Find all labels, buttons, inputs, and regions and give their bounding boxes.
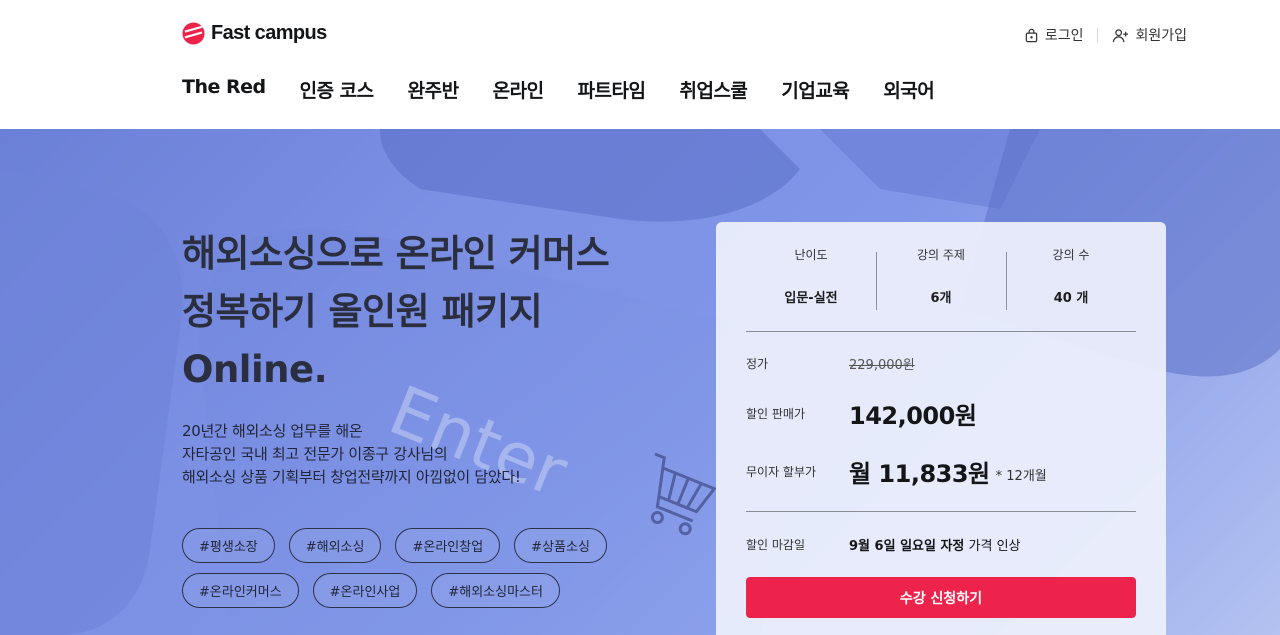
course-stats: 난이도 입문-실전 강의 주제 6개 강의 수 40 개 <box>746 246 1136 310</box>
divider <box>1097 28 1099 42</box>
nav-item-parttime[interactable]: 파트타임 <box>578 76 646 103</box>
stat-lectures: 강의 수 40 개 <box>1006 246 1136 310</box>
stat-value: 입문-실전 <box>784 291 838 306</box>
deadline-date: 9월 6일 일요일 자정 <box>849 539 965 554</box>
tag-list: #평생소장 #해외소싱 #온라인창업 #상품소싱 #온라인커머스 #온라인사업 … <box>182 528 622 608</box>
login-link[interactable]: 로그인 <box>1024 25 1084 45</box>
site-header: Fast campus 로그인 회원가입 The Red 인증 코스 완주반 온… <box>0 0 1280 129</box>
nav-item-the-red[interactable]: The Red <box>182 76 266 103</box>
stat-label: 강의 주제 <box>917 248 965 262</box>
divider <box>746 331 1136 332</box>
regular-price-label: 정가 <box>746 357 769 371</box>
tag-chip[interactable]: #온라인커머스 <box>182 573 299 608</box>
deadline-text: 9월 6일 일요일 자정 가격 인상 <box>849 535 1021 554</box>
installment-row: 무이자 할부가 월 11,833원 * 12개월 <box>746 454 1047 489</box>
nav-item-corporate[interactable]: 기업교육 <box>781 76 849 103</box>
hero-section: Enter 해외소싱으로 온라인 커머스 정복하기 올인원 패키지 Online… <box>0 129 1280 635</box>
sale-price-row: 할인 판매가 142,000원 <box>746 396 977 431</box>
hero-title: 해외소싱으로 온라인 커머스 정복하기 올인원 패키지 Online. <box>182 225 702 399</box>
logo-mark-icon <box>182 22 205 45</box>
regular-price-row: 정가 229,000원 <box>746 354 915 373</box>
tag-chip[interactable]: #해외소싱마스터 <box>431 573 560 608</box>
deadline-row: 할인 마감일 9월 6일 일요일 자정 가격 인상 <box>746 535 1021 554</box>
nav-item-job-school[interactable]: 취업스쿨 <box>679 76 747 103</box>
hero-title-line: 해외소싱으로 온라인 커머스 <box>182 232 610 275</box>
tag-chip[interactable]: #상품소싱 <box>514 528 607 563</box>
hero-title-line: Online. <box>182 348 328 391</box>
divider <box>746 511 1136 512</box>
stat-label: 난이도 <box>794 248 828 262</box>
login-label: 로그인 <box>1044 28 1084 44</box>
hero-desc-line: 20년간 해외소싱 업무를 해온 <box>182 422 363 440</box>
stat-difficulty: 난이도 입문-실전 <box>746 246 876 306</box>
nav-item-language[interactable]: 외국어 <box>883 76 934 103</box>
installment-label: 무이자 할부가 <box>746 465 817 479</box>
stat-value: 40 개 <box>1053 291 1089 306</box>
tag-chip[interactable]: #온라인사업 <box>312 573 418 608</box>
sale-price-label: 할인 판매가 <box>746 407 806 421</box>
deadline-label: 할인 마감일 <box>746 538 806 552</box>
nav-item-completion[interactable]: 완주반 <box>408 76 459 103</box>
hero-desc-line: 해외소싱 상품 기획부터 창업전략까지 아낌없이 담았다! <box>182 468 521 486</box>
signup-label: 회원가입 <box>1135 28 1187 44</box>
tag-chip[interactable]: #평생소장 <box>182 528 275 563</box>
main-nav: The Red 인증 코스 완주반 온라인 파트타임 취업스쿨 기업교육 외국어 <box>182 76 935 103</box>
tag-chip[interactable]: #해외소싱 <box>288 528 382 563</box>
installment-note: * 12개월 <box>995 469 1047 484</box>
stat-value: 6개 <box>930 291 952 306</box>
sale-price: 142,000원 <box>849 402 977 430</box>
logo-text: Fast campus <box>211 22 327 44</box>
stat-topics: 강의 주제 6개 <box>876 246 1006 310</box>
tag-chip[interactable]: #온라인창업 <box>395 528 501 563</box>
regular-price: 229,000원 <box>849 358 915 373</box>
hero-desc-line: 자타공인 국내 최고 전문가 이종구 강사님의 <box>182 445 448 463</box>
lock-icon <box>1025 28 1038 42</box>
logo[interactable]: Fast campus <box>182 22 327 45</box>
hero-title-line: 정복하기 올인원 패키지 <box>182 290 543 333</box>
nav-item-certification[interactable]: 인증 코스 <box>300 76 375 103</box>
add-user-icon <box>1113 28 1129 42</box>
price-card: 난이도 입문-실전 강의 주제 6개 강의 수 40 개 정가 229,000원… <box>716 222 1166 635</box>
enroll-button[interactable]: 수강 신청하기 <box>746 577 1136 618</box>
installment-price: 월 11,833원 <box>849 460 990 488</box>
header-utility: 로그인 회원가입 <box>1024 25 1187 45</box>
nav-item-online[interactable]: 온라인 <box>493 76 544 103</box>
deadline-suffix: 가격 인상 <box>968 539 1021 554</box>
signup-link[interactable]: 회원가입 <box>1112 25 1187 45</box>
hero-description: 20년간 해외소싱 업무를 해온 자타공인 국내 최고 전문가 이종구 강사님의… <box>182 420 521 489</box>
stat-label: 강의 수 <box>1052 248 1090 262</box>
